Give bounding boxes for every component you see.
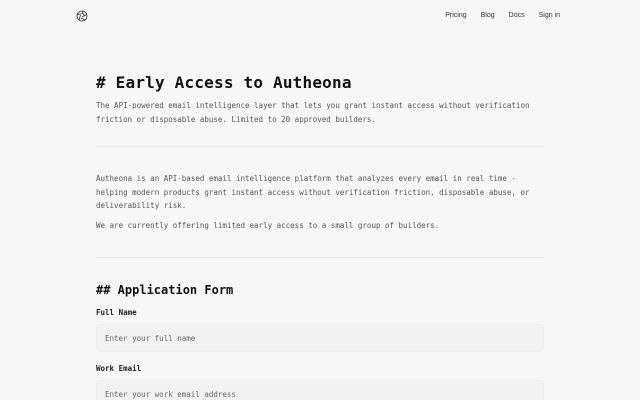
work-email-field: Work Email: [96, 364, 544, 400]
work-email-label: Work Email: [96, 364, 142, 373]
section-divider: [96, 257, 544, 258]
full-name-input[interactable]: [96, 324, 544, 352]
nav-link-sign-in[interactable]: Sign in: [539, 10, 560, 22]
main-content: # Early Access to Autheona The API-power…: [96, 72, 544, 400]
work-email-input[interactable]: [96, 380, 544, 400]
nav-link-docs[interactable]: Docs: [509, 10, 525, 22]
nav-link-pricing[interactable]: Pricing: [445, 10, 466, 22]
page-subtitle: The API-powered email intelligence layer…: [96, 101, 530, 124]
nav-links: Pricing Blog Docs Sign in: [445, 10, 560, 22]
page-title: # Early Access to Autheona: [96, 73, 352, 92]
about-paragraph: We are currently offering limited early …: [96, 220, 440, 230]
top-navigation-bar: Pricing Blog Docs Sign in: [0, 0, 640, 32]
about-paragraph: Autheona is an API-based email intellige…: [96, 174, 530, 210]
full-name-label: Full Name: [96, 308, 137, 317]
full-name-field: Full Name: [96, 308, 544, 352]
about-section: Autheona is an API-based email intellige…: [96, 172, 544, 232]
form-heading: ## Application Form: [96, 283, 234, 297]
section-divider: [96, 146, 544, 147]
nav-link-blog[interactable]: Blog: [481, 10, 495, 22]
aperture-logo-icon[interactable]: [76, 10, 88, 22]
